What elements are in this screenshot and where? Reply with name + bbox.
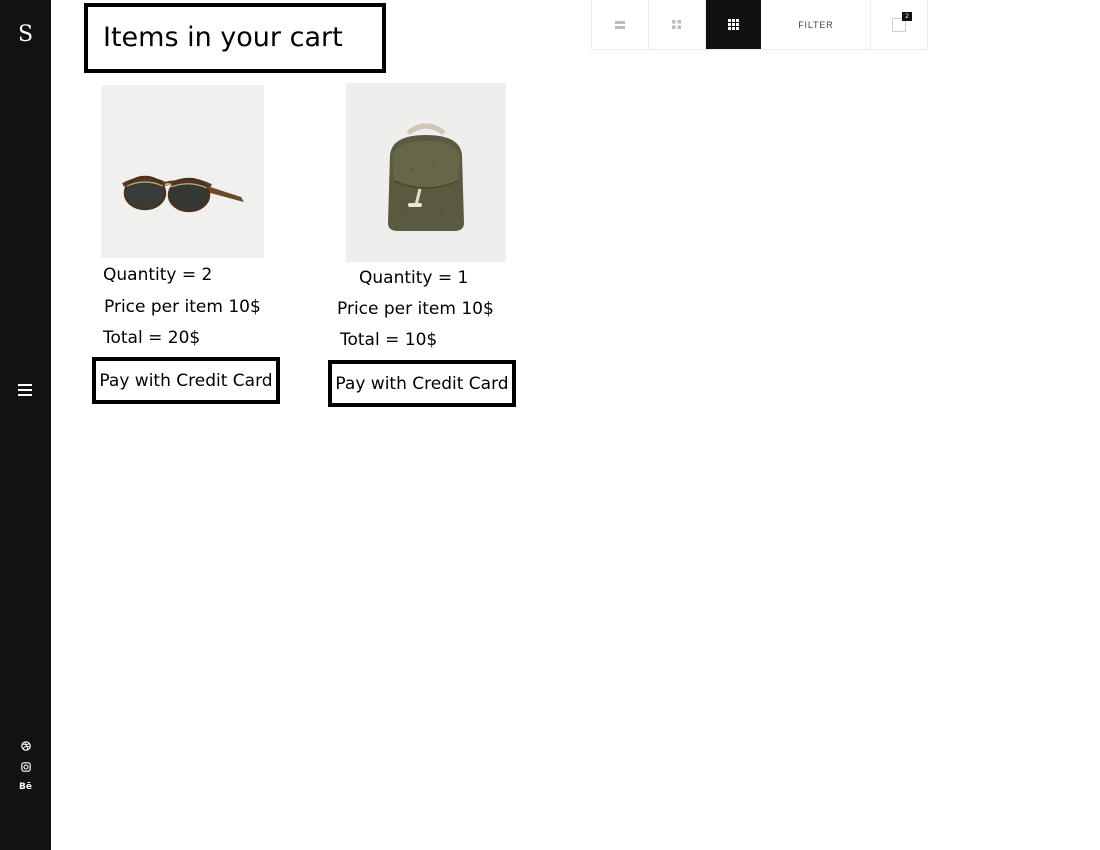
list-view-icon: [614, 20, 625, 29]
cart-count-badge: 2: [902, 11, 913, 21]
hamburger-icon[interactable]: [18, 384, 32, 396]
backpack-image: [346, 83, 506, 262]
filter-label: FILTER: [798, 19, 834, 30]
grid-3-view-button[interactable]: [705, 0, 762, 49]
page-title: Items in your cart: [103, 22, 343, 53]
grid-2-view-icon: [672, 20, 682, 29]
pay-with-credit-card-button-2[interactable]: Pay with Credit Card: [328, 360, 516, 407]
behance-icon[interactable]: Bē: [0, 782, 51, 792]
grid-2-view-button[interactable]: [649, 0, 706, 49]
list-view-button[interactable]: [592, 0, 649, 49]
grid-3-view-icon: [727, 19, 739, 30]
item-2-quantity: Quantity = 1: [359, 268, 469, 288]
product-image-backpack[interactable]: [346, 83, 506, 262]
sunglasses-image: [101, 85, 264, 258]
filter-button[interactable]: FILTER: [761, 0, 872, 49]
item-1-price: Price per item 10$: [104, 297, 261, 317]
view-toolbar: FILTER 2: [591, 0, 928, 50]
sidebar: S Bē: [0, 0, 51, 850]
item-1-quantity: Quantity = 2: [103, 265, 213, 285]
product-image-sunglasses[interactable]: [101, 85, 264, 258]
pay-with-credit-card-button-1[interactable]: Pay with Credit Card: [92, 357, 280, 404]
title-box: Items in your cart: [84, 3, 386, 73]
cart-icon: 2: [892, 11, 913, 32]
site-logo[interactable]: S: [0, 22, 51, 48]
instagram-icon[interactable]: [0, 762, 51, 772]
dribbble-icon[interactable]: [0, 741, 51, 751]
item-2-price: Price per item 10$: [337, 299, 494, 319]
cart-button[interactable]: 2: [871, 0, 927, 49]
item-2-total: Total = 10$: [340, 330, 438, 350]
item-1-total: Total = 20$: [103, 328, 201, 348]
